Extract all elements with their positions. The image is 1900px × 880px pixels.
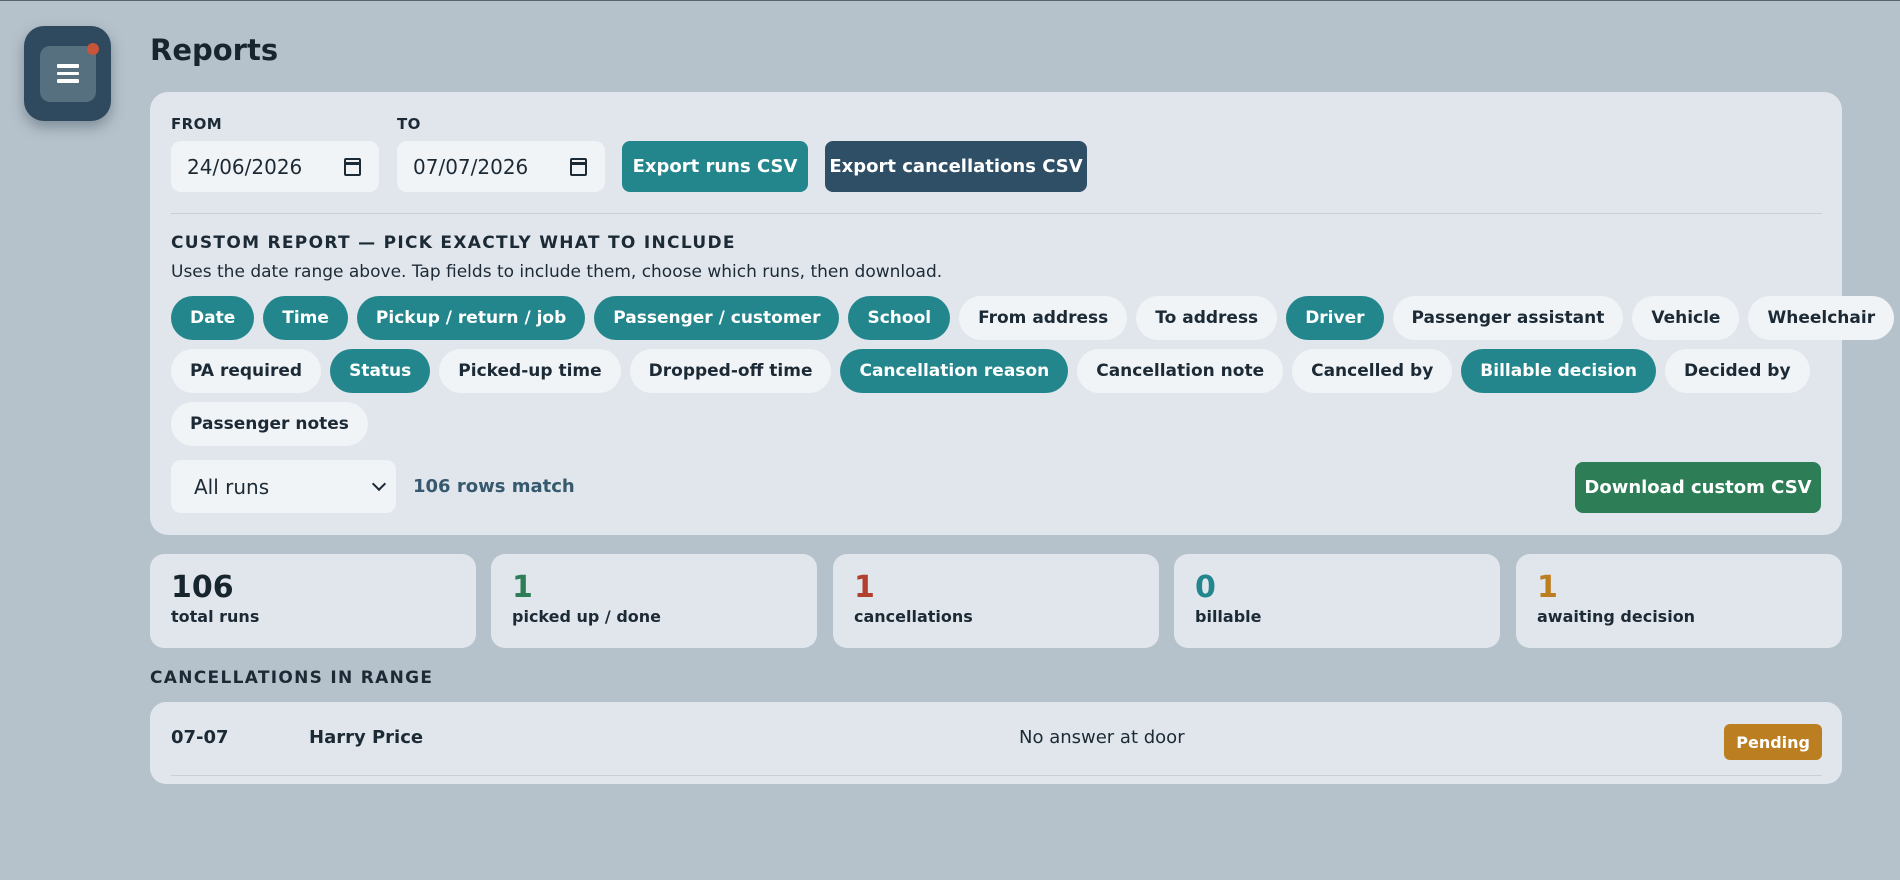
status-badge: Pending <box>1724 724 1822 760</box>
field-chip-passenger-assistant[interactable]: Passenger assistant <box>1392 296 1624 340</box>
field-chip-pickup-return-job[interactable]: Pickup / return / job <box>356 296 586 340</box>
rows-match-count: 106 rows match <box>413 476 575 497</box>
field-chips: Date Time Pickup / return / job Passenger /… <box>171 296 1895 455</box>
divider <box>171 213 1822 214</box>
stat-value: 0 <box>1195 570 1216 605</box>
stat-card-billable: 0 billable <box>1174 554 1500 648</box>
field-chip-from-address[interactable]: From address <box>959 296 1128 340</box>
report-panel: FROM TO 24/06/2026 07/07/2026 Export run… <box>150 92 1895 535</box>
field-chip-cancellation-note[interactable]: Cancellation note <box>1077 349 1284 393</box>
stat-card-picked-up: 1 picked up / done <box>491 554 817 648</box>
field-chip-billable-decision[interactable]: Billable decision <box>1461 349 1656 393</box>
stat-card-total-runs: 106 total runs <box>150 554 476 648</box>
calendar-icon[interactable] <box>344 157 361 176</box>
field-chip-driver[interactable]: Driver <box>1286 296 1384 340</box>
stat-value: 1 <box>854 570 875 605</box>
field-chip-pa-required[interactable]: PA required <box>171 349 322 393</box>
field-chip-decided-by[interactable]: Decided by <box>1664 349 1810 393</box>
runs-filter-select[interactable]: All runs <box>171 460 396 513</box>
field-chip-to-address[interactable]: To address <box>1136 296 1278 340</box>
stat-label: billable <box>1195 606 1262 626</box>
from-date-input[interactable]: 24/06/2026 <box>171 141 379 192</box>
custom-report-heading: CUSTOM REPORT — PICK EXACTLY WHAT TO INC… <box>171 233 736 253</box>
field-chip-time[interactable]: Time <box>263 296 348 340</box>
field-chip-date[interactable]: Date <box>171 296 255 340</box>
export-cancellations-csv-button[interactable]: Export cancellations CSV <box>825 141 1087 192</box>
page-title: Reports <box>150 33 279 67</box>
hamburger-menu-icon <box>56 64 79 83</box>
stat-label: cancellations <box>854 606 973 626</box>
stat-label: awaiting decision <box>1537 606 1696 626</box>
cancellation-date: 07-07 <box>171 727 229 748</box>
menu-icon-tile <box>39 42 99 102</box>
stat-label: picked up / done <box>512 606 662 626</box>
chip-row: PA required Status Picked-up time Dropped-o… <box>171 349 1831 393</box>
export-runs-csv-button[interactable]: Export runs CSV <box>622 141 808 192</box>
menu-button[interactable] <box>24 26 111 121</box>
runs-filter-value: All runs <box>194 474 270 499</box>
field-chip-cancellation-reason[interactable]: Cancellation reason <box>840 349 1069 393</box>
chip-row: Passenger notes <box>171 402 1831 446</box>
passenger-name: Harry Price <box>309 727 424 748</box>
cancellation-row[interactable]: 07-07 Harry Price No answer at door Pend… <box>171 702 1822 776</box>
stat-card-cancellations: 1 cancellations <box>833 554 1159 648</box>
field-chip-picked-up-time[interactable]: Picked-up time <box>439 349 621 393</box>
field-chip-wheelchair[interactable]: Wheelchair <box>1748 296 1895 340</box>
stat-card-awaiting-decision: 1 awaiting decision <box>1516 554 1842 648</box>
stat-label: total runs <box>171 606 260 626</box>
calendar-icon[interactable] <box>570 157 587 176</box>
cancellations-heading: CANCELLATIONS IN RANGE <box>150 668 434 688</box>
custom-report-description: Uses the date range above. Tap fields to… <box>171 262 943 282</box>
download-custom-csv-button[interactable]: Download custom CSV <box>1575 462 1821 513</box>
field-chip-status[interactable]: Status <box>330 349 431 393</box>
stat-value: 106 <box>171 570 234 605</box>
field-chip-school[interactable]: School <box>848 296 951 340</box>
field-chip-cancelled-by[interactable]: Cancelled by <box>1292 349 1453 393</box>
from-date-value: 24/06/2026 <box>187 154 303 179</box>
stat-value: 1 <box>512 570 533 605</box>
from-label: FROM <box>171 115 223 133</box>
field-chip-dropped-off-time[interactable]: Dropped-off time <box>629 349 832 393</box>
to-date-value: 07/07/2026 <box>413 154 529 179</box>
cancellations-list: 07-07 Harry Price No answer at door Pend… <box>150 702 1842 784</box>
chevron-down-icon <box>371 476 387 491</box>
notification-dot <box>86 42 99 55</box>
to-date-input[interactable]: 07/07/2026 <box>397 141 605 192</box>
cancellation-reason: No answer at door <box>1019 727 1185 748</box>
stat-value: 1 <box>1537 570 1558 605</box>
field-chip-vehicle[interactable]: Vehicle <box>1632 296 1740 340</box>
field-chip-passenger-customer[interactable]: Passenger / customer <box>594 296 840 340</box>
chip-row: Date Time Pickup / return / job Passenger /… <box>171 296 1895 340</box>
field-chip-passenger-notes[interactable]: Passenger notes <box>171 402 368 446</box>
to-label: TO <box>397 115 421 133</box>
